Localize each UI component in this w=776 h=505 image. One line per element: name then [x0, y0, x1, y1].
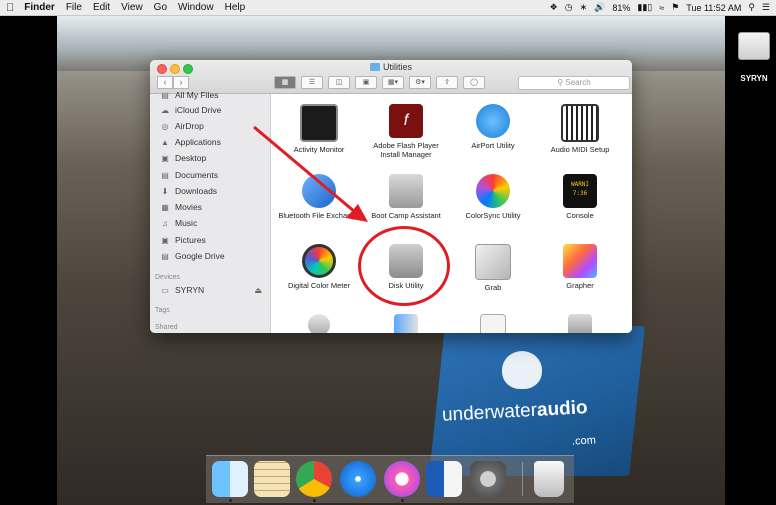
dock-chrome-icon[interactable]: [296, 461, 332, 497]
annotation-arrow-line: [253, 125, 356, 214]
dock-finder-running-dot: [229, 499, 232, 502]
dock-itunes-icon[interactable]: [384, 461, 420, 497]
dock-chrome-running-dot: [313, 499, 316, 502]
dock-separator: [522, 462, 523, 496]
dock-itunes-running-dot: [401, 499, 404, 502]
dock-calculator-icon[interactable]: [254, 461, 290, 497]
dock-safari-icon[interactable]: [340, 461, 376, 497]
dock-system-preferences-icon[interactable]: [470, 461, 506, 497]
dock-finder-icon[interactable]: [212, 461, 248, 497]
dock-trash-icon[interactable]: [534, 461, 564, 497]
annotation-circle: [358, 226, 450, 306]
dock: [206, 455, 574, 503]
dock-word-icon[interactable]: [426, 461, 462, 497]
